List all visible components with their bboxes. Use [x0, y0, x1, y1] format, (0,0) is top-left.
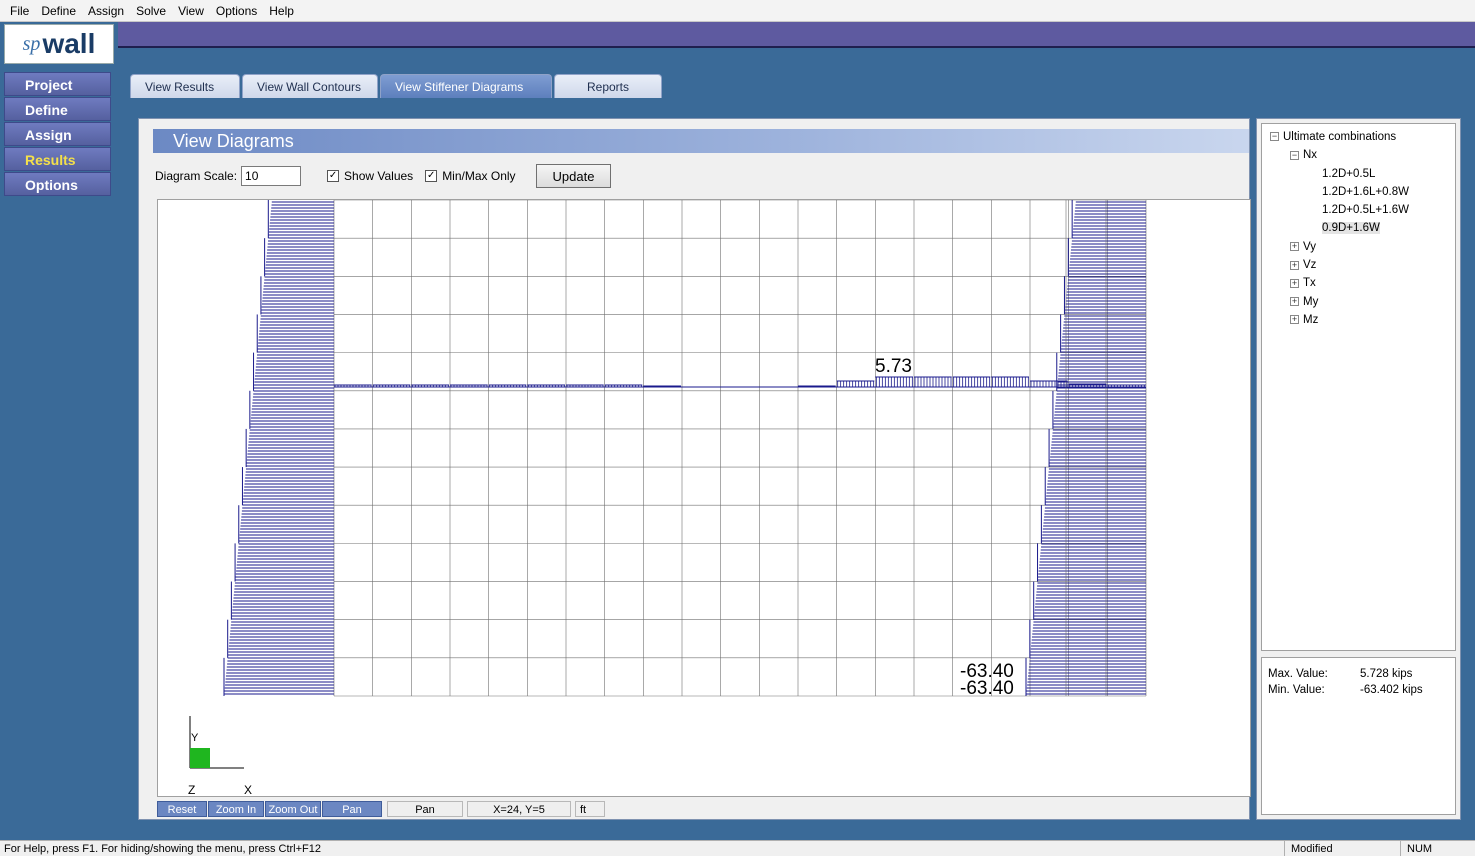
nav-project-button[interactable]: Project [4, 72, 111, 96]
tree-nx-label: Nx [1303, 149, 1318, 162]
minmax-only-label: Min/Max Only [442, 169, 516, 183]
tab-view-wall-contours[interactable]: View Wall Contours [242, 74, 378, 98]
expand-icon[interactable]: + [1290, 260, 1299, 270]
left-nav: Project Define Assign Results Options [4, 72, 111, 197]
status-bar: For Help, press F1. For hiding/showing t… [0, 840, 1475, 856]
max-value-label: 5.73 [875, 356, 912, 377]
max-value-row: Max. Value: 5.728 kips [1268, 666, 1449, 682]
nav-results-button[interactable]: Results [4, 147, 111, 171]
tree-node-mz[interactable]: + Mz [1262, 311, 1455, 329]
show-values-label: Show Values [344, 169, 414, 183]
expand-icon[interactable]: + [1290, 297, 1299, 307]
menu-view[interactable]: View [172, 0, 210, 22]
app-window: File Define Assign Solve View Options He… [0, 0, 1475, 856]
tab-reports[interactable]: Reports [554, 74, 662, 98]
tree-node-label: Tx [1303, 277, 1316, 290]
menu-define[interactable]: Define [35, 0, 82, 22]
menu-bar: File Define Assign Solve View Options He… [0, 0, 1475, 22]
results-tabs: View Results View Wall Contours View Sti… [130, 74, 664, 98]
zoom-out-button[interactable]: Zoom Out [265, 801, 321, 817]
show-values-checkbox[interactable]: ✓ Show Values [327, 169, 413, 183]
tree-root-label: Ultimate combinations [1283, 131, 1397, 143]
combo-label: 1.2D+0.5L+1.6W [1322, 204, 1409, 217]
update-button[interactable]: Update [535, 164, 612, 188]
logo-sp-text: sp [22, 32, 41, 55]
zoom-in-button[interactable]: Zoom In [208, 801, 264, 817]
menu-options[interactable]: Options [210, 0, 263, 22]
axis-y-label: Y [191, 732, 199, 744]
min-max-stats: Max. Value: 5.728 kips Min. Value: -63.4… [1261, 657, 1456, 815]
tree-node-label: Vz [1303, 259, 1317, 272]
reset-button[interactable]: Reset [157, 801, 207, 817]
combo-label: 1.2D+0.5L [1322, 167, 1376, 180]
logo-wall-text: wall [42, 28, 96, 59]
minmax-check-icon: ✓ [425, 170, 438, 182]
tree-combo-item[interactable]: 1.2D+0.5L [1262, 165, 1455, 183]
menu-assign[interactable]: Assign [82, 0, 130, 22]
axis-x-label: X [244, 783, 252, 797]
min-value: -63.402 kips [1360, 684, 1423, 696]
collapse-icon[interactable]: − [1290, 150, 1299, 160]
tree-combo-item-selected[interactable]: 0.9D+1.6W [1262, 219, 1455, 237]
tree-node-vz[interactable]: + Vz [1262, 256, 1455, 274]
nav-define-button[interactable]: Define [4, 97, 111, 121]
tree-node-vy[interactable]: + Vy [1262, 238, 1455, 256]
right-stiffener-diagram [1025, 200, 1146, 696]
min-value-key: Min. Value: [1268, 684, 1325, 696]
show-values-check-icon: ✓ [327, 170, 340, 182]
tree-node-label: My [1303, 295, 1319, 308]
tree-node-label: Vy [1303, 240, 1316, 253]
beam-stiffener-diagram [334, 376, 1146, 388]
axis-triad-icon: Y Z X [158, 698, 258, 797]
diagram-canvas[interactable]: 5.73 -63.40 -63.40 Y Z X [157, 199, 1251, 797]
status-num: NUM [1400, 841, 1444, 856]
axis-z-label: Z [188, 783, 195, 797]
diagram-toolbar: Diagram Scale: ✓ Show Values ✓ Min/Max O… [155, 163, 612, 189]
unit-field: ft [575, 801, 605, 817]
tab-view-stiffener-diagrams[interactable]: View Stiffener Diagrams [380, 74, 552, 98]
view-controls: Reset Zoom In Zoom Out Pan Pan X=24, Y=5… [157, 801, 605, 817]
axis-origin-icon [190, 748, 210, 768]
status-modified: Modified [1284, 841, 1372, 856]
min-value-row: Min. Value: -63.402 kips [1268, 682, 1449, 698]
tree-combo-item[interactable]: 1.2D+1.6L+0.8W [1262, 183, 1455, 201]
diagram-panel: View Diagrams Diagram Scale: ✓ Show Valu… [138, 118, 1251, 820]
pan-button[interactable]: Pan [322, 801, 382, 817]
diagram-scale-input[interactable] [241, 166, 302, 186]
left-stiffener-diagram [223, 200, 334, 696]
nav-assign-button[interactable]: Assign [4, 122, 111, 146]
expand-icon[interactable]: + [1290, 278, 1299, 288]
combo-label: 1.2D+1.6L+0.8W [1322, 185, 1409, 198]
menu-help[interactable]: Help [263, 0, 300, 22]
menu-solve[interactable]: Solve [130, 0, 172, 22]
header-strip [118, 22, 1475, 48]
menu-file[interactable]: File [4, 0, 35, 22]
expand-icon[interactable]: + [1290, 315, 1299, 325]
stiffener-diagram-svg: 5.73 -63.40 -63.40 Y Z X [158, 200, 1147, 797]
max-value: 5.728 kips [1360, 668, 1413, 680]
max-value-key: Max. Value: [1268, 668, 1328, 680]
expand-icon[interactable]: + [1290, 242, 1299, 252]
tree-root-ultimate[interactable]: − Ultimate combinations [1262, 128, 1455, 146]
tree-combo-item[interactable]: 1.2D+0.5L+1.6W [1262, 201, 1455, 219]
nav-options-button[interactable]: Options [4, 172, 111, 196]
minmax-only-checkbox[interactable]: ✓ Min/Max Only [425, 169, 516, 183]
tab-view-results[interactable]: View Results [130, 74, 240, 98]
combo-label: 0.9D+1.6W [1322, 222, 1380, 235]
collapse-icon[interactable]: − [1270, 132, 1279, 142]
tree-node-label: Mz [1303, 313, 1319, 326]
results-side-panel: − Ultimate combinations − Nx 1.2D+0.5L 1.2… [1256, 118, 1461, 820]
min-value-label-2: -63.40 [960, 678, 1014, 699]
grid-lines [333, 200, 1147, 697]
mode-field: Pan [387, 801, 463, 817]
tree-node-tx[interactable]: + Tx [1262, 274, 1455, 292]
spwall-logo: sp wall [4, 24, 114, 64]
tree-node-nx[interactable]: − Nx [1262, 146, 1455, 164]
status-help-text: For Help, press F1. For hiding/showing t… [4, 843, 321, 855]
coordinates-field: X=24, Y=5 [467, 801, 571, 817]
panel-title: View Diagrams [153, 129, 1249, 153]
diagram-scale-label: Diagram Scale: [155, 169, 238, 183]
tree-node-my[interactable]: + My [1262, 293, 1455, 311]
load-combination-tree: − Ultimate combinations − Nx 1.2D+0.5L 1.2… [1261, 123, 1456, 651]
